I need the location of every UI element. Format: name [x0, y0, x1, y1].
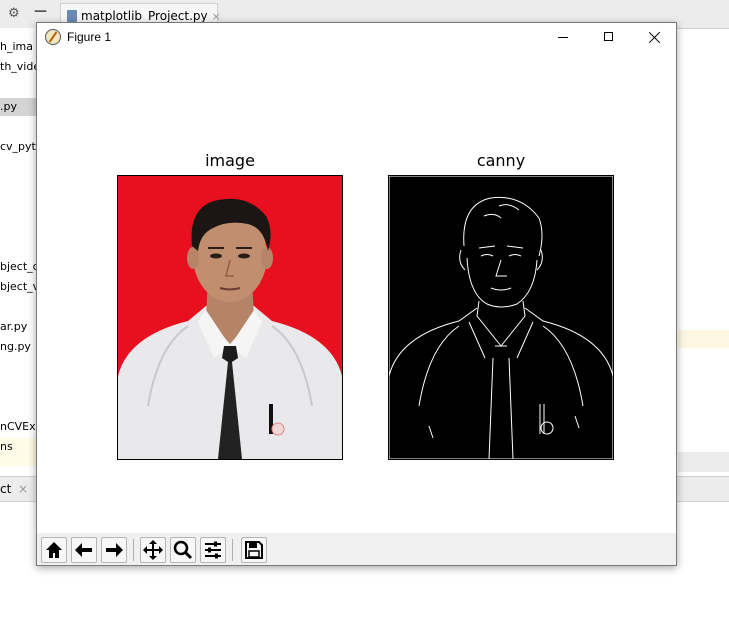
- save-icon: [245, 541, 263, 559]
- configure-subplots-icon: [205, 541, 221, 559]
- sidebar-item[interactable]: ng.py: [0, 338, 38, 356]
- pan-icon: [143, 540, 163, 560]
- back-icon: [75, 543, 92, 557]
- bottom-tab[interactable]: ct ×: [0, 477, 28, 501]
- project-sidebar: h_ima th_vide .py cv_pyt bject_d bject_v…: [0, 28, 38, 483]
- image-axes[interactable]: [117, 175, 343, 460]
- subplot-title-image: image: [205, 151, 255, 170]
- bottom-tab-label: ct: [0, 482, 12, 496]
- save-button[interactable]: [241, 537, 267, 563]
- forward-button[interactable]: [101, 537, 127, 563]
- editor-tab-label: matplotlib_Project.py: [81, 9, 208, 23]
- sidebar-item[interactable]: nCVExa: [0, 418, 38, 436]
- figure-window: Figure 1 image canny: [36, 22, 677, 566]
- configure-subplots-button[interactable]: [200, 537, 226, 563]
- canny-axes[interactable]: [388, 175, 614, 460]
- maximize-button[interactable]: [586, 23, 632, 53]
- toolbar-separator: [232, 539, 233, 561]
- window-titlebar[interactable]: Figure 1: [37, 23, 676, 53]
- editor-gray-strip: [678, 452, 729, 472]
- back-button[interactable]: [71, 537, 97, 563]
- editor-highlight-strip: [678, 330, 729, 348]
- sidebar-item[interactable]: bject_d: [0, 258, 38, 276]
- sidebar-item[interactable]: ar.py: [0, 318, 38, 336]
- minimize-panel-icon[interactable]: —: [34, 4, 47, 19]
- forward-icon: [106, 543, 123, 557]
- zoom-button[interactable]: [170, 537, 196, 563]
- maximize-icon: [604, 32, 613, 41]
- portrait-photo: [118, 176, 342, 459]
- canny-edge-image: [389, 176, 613, 459]
- python-file-icon: [67, 10, 77, 22]
- navigation-toolbar: [37, 533, 676, 565]
- close-button[interactable]: [632, 23, 678, 53]
- zoom-icon: [173, 540, 193, 560]
- toolbar-separator: [133, 539, 134, 561]
- gear-icon[interactable]: ⚙: [8, 6, 20, 21]
- subplot-title-canny: canny: [476, 151, 526, 170]
- minimize-button[interactable]: [540, 23, 586, 53]
- matplotlib-app-icon: [45, 29, 61, 45]
- home-icon: [46, 542, 62, 558]
- sidebar-item[interactable]: ns: [0, 438, 38, 466]
- window-title: Figure 1: [67, 30, 112, 44]
- minimize-icon: [558, 37, 568, 38]
- sidebar-item[interactable]: bject_v: [0, 278, 38, 296]
- figure-canvas[interactable]: image canny: [37, 53, 676, 533]
- close-bottom-tab-icon[interactable]: ×: [18, 482, 28, 496]
- sidebar-item-selected[interactable]: .py: [0, 98, 38, 116]
- pan-button[interactable]: [140, 537, 166, 563]
- sidebar-item[interactable]: cv_pyt: [0, 138, 38, 156]
- sidebar-item[interactable]: h_ima: [0, 38, 38, 56]
- sidebar-item[interactable]: th_vide: [0, 58, 38, 76]
- close-icon: [649, 30, 661, 44]
- home-button[interactable]: [41, 537, 67, 563]
